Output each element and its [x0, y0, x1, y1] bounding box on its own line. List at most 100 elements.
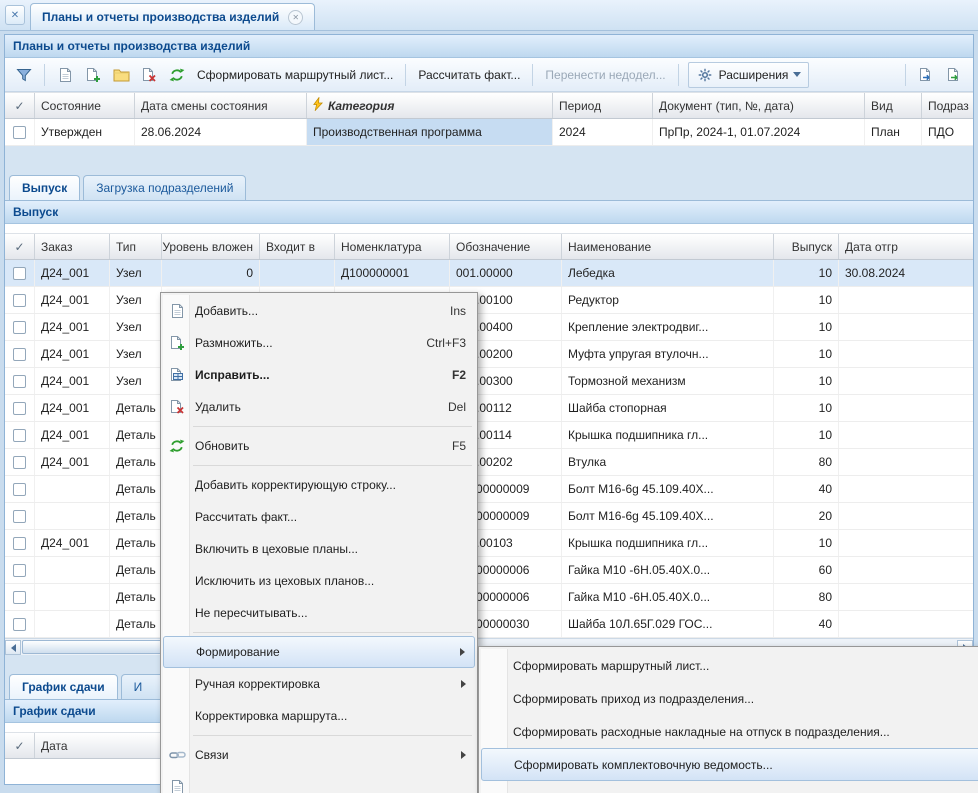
column-header-designation[interactable]: Обозначение [450, 234, 562, 259]
output-table-row[interactable]: Деталь00000000030Шайба 10Л.65Г.029 ГОС..… [5, 611, 973, 638]
row-checkbox[interactable] [13, 294, 26, 307]
tab-output[interactable]: Выпуск [9, 175, 80, 200]
column-header-ship-date[interactable]: Дата отгр [839, 234, 973, 259]
output-table-row[interactable]: Д24_001Узел001.00100Редуктор10 [5, 287, 973, 314]
move-backlog-button[interactable]: Перенести недодел... [542, 64, 668, 86]
row-checkbox[interactable] [13, 564, 26, 577]
row-select-cell[interactable] [5, 476, 35, 502]
column-header-state-date[interactable]: Дата смены состояния [135, 93, 307, 118]
row-select-cell[interactable] [5, 119, 35, 145]
close-tab-group-button[interactable]: ✕ [5, 5, 25, 25]
row-select-cell[interactable] [5, 584, 35, 610]
row-select-cell[interactable] [5, 503, 35, 529]
extensions-dropdown-button[interactable]: Расширения [688, 62, 810, 88]
output-table-row[interactable]: Деталь00000000006Гайка М10 -6Н.05.40Х.0.… [5, 557, 973, 584]
tab-close-icon[interactable]: ✕ [288, 10, 303, 25]
row-select-cell[interactable] [5, 449, 35, 475]
column-header-name[interactable]: Наименование [562, 234, 774, 259]
context-menu-item[interactable]: Формирование [163, 636, 475, 668]
row-checkbox[interactable] [13, 126, 26, 139]
filter-icon[interactable] [13, 64, 35, 86]
row-select-cell[interactable] [5, 395, 35, 421]
scroll-left-button[interactable] [5, 640, 21, 655]
make-route-sheet-button[interactable]: Сформировать маршрутный лист... [194, 64, 396, 86]
row-checkbox[interactable] [13, 510, 26, 523]
row-checkbox[interactable] [13, 618, 26, 631]
output-table-row[interactable]: Д24_001Узел001.00400Крепление электродви… [5, 314, 973, 341]
column-header-date[interactable]: Дата [35, 733, 163, 758]
output-table-row[interactable]: Д24_001Узел001.00200Муфта упругая втулоч… [5, 341, 973, 368]
column-header-level[interactable]: Уровень вложен [162, 234, 260, 259]
row-checkbox[interactable] [13, 321, 26, 334]
submenu-item[interactable]: Сформировать маршрутный лист... [481, 649, 978, 682]
column-header-document[interactable]: Документ (тип, №, дата) [653, 93, 865, 118]
context-menu-item[interactable]: Не пересчитывать... [163, 597, 475, 629]
column-header-order[interactable]: Заказ [35, 234, 110, 259]
row-checkbox[interactable] [13, 537, 26, 550]
column-header-period[interactable]: Период [553, 93, 653, 118]
context-menu-item[interactable]: Исправить...F2 [163, 359, 475, 391]
clone-document-icon[interactable] [82, 64, 104, 86]
export-icon[interactable] [943, 64, 965, 86]
column-header-department[interactable]: Подраз [922, 93, 973, 118]
submenu-item[interactable]: Сформировать расходные накладные на отпу… [481, 715, 978, 748]
context-menu-item[interactable]: Включить в цеховые планы... [163, 533, 475, 565]
context-menu-item[interactable]: Добавить...Ins [163, 295, 475, 327]
row-select-cell[interactable] [5, 368, 35, 394]
output-table-row[interactable]: Д24_001Деталь001.00112Шайба стопорная10 [5, 395, 973, 422]
tab-load-departments[interactable]: Загрузка подразделений [83, 175, 246, 200]
context-menu-item[interactable]: Добавить корректирующую строку... [163, 469, 475, 501]
submenu-item[interactable]: Сформировать комплектовочную ведомость..… [481, 748, 978, 781]
output-table-row[interactable]: Деталь00000000009Болт М16-6g 45.109.40Х.… [5, 503, 973, 530]
output-table-row[interactable]: Д24_001Деталь001.00114Крышка подшипника … [5, 422, 973, 449]
column-header-nomenclature[interactable]: Номенклатура [335, 234, 450, 259]
row-select-cell[interactable] [5, 287, 35, 313]
column-header-parent[interactable]: Входит в [260, 234, 335, 259]
row-select-cell[interactable] [5, 341, 35, 367]
tab-delivery-schedule[interactable]: График сдачи [9, 674, 118, 699]
output-table-row[interactable]: Деталь00000000009Болт М16-6g 45.109.40Х.… [5, 476, 973, 503]
calc-fact-button[interactable]: Рассчитать факт... [415, 64, 523, 86]
row-checkbox[interactable] [13, 348, 26, 361]
row-checkbox[interactable] [13, 591, 26, 604]
context-menu-item[interactable]: ОбновитьF5 [163, 430, 475, 462]
submenu-item[interactable]: Сформировать приход из подразделения... [481, 682, 978, 715]
row-checkbox[interactable] [13, 456, 26, 469]
context-menu-item[interactable]: Связи [163, 739, 475, 771]
column-header-type[interactable]: Тип [110, 234, 162, 259]
output-table-row[interactable]: Д24_001Деталь001.00103Крышка подшипника … [5, 530, 973, 557]
context-menu-item[interactable]: Исключить из цеховых планов... [163, 565, 475, 597]
tab-plans-and-reports[interactable]: Планы и отчеты производства изделий ✕ [30, 3, 315, 30]
row-select-cell[interactable] [5, 260, 35, 286]
select-all-column-header[interactable]: ✓ [5, 93, 35, 118]
row-select-cell[interactable] [5, 530, 35, 556]
add-document-icon[interactable] [54, 64, 76, 86]
output-table-row[interactable]: Деталь00000000006Гайка М10 -6Н.05.40Х.0.… [5, 584, 973, 611]
row-checkbox[interactable] [13, 429, 26, 442]
report-icon[interactable] [915, 64, 937, 86]
row-checkbox[interactable] [13, 267, 26, 280]
context-menu-item[interactable]: Размножить...Ctrl+F3 [163, 327, 475, 359]
output-table-row[interactable]: Д24_001Деталь001.00202Втулка80 [5, 449, 973, 476]
column-header-output[interactable]: Выпуск [774, 234, 839, 259]
output-table-row[interactable]: Д24_001Узел0Д100000001001.00000Лебедка10… [5, 260, 973, 287]
submenu-item[interactable] [481, 781, 978, 793]
row-checkbox[interactable] [13, 375, 26, 388]
output-table-row[interactable]: Д24_001Узел001.00300Тормозной механизм10 [5, 368, 973, 395]
context-menu-item[interactable] [163, 771, 475, 793]
context-menu-item[interactable]: Ручная корректировка [163, 668, 475, 700]
open-folder-icon[interactable] [110, 64, 132, 86]
row-checkbox[interactable] [13, 483, 26, 496]
row-checkbox[interactable] [13, 402, 26, 415]
context-menu-item[interactable]: Рассчитать факт... [163, 501, 475, 533]
scrollbar-thumb[interactable] [22, 640, 172, 654]
row-select-cell[interactable] [5, 557, 35, 583]
select-all-column-header[interactable]: ✓ [5, 733, 35, 758]
select-all-column-header[interactable]: ✓ [5, 234, 35, 259]
row-select-cell[interactable] [5, 314, 35, 340]
row-select-cell[interactable] [5, 422, 35, 448]
docs-table-row[interactable]: Утвержден28.06.2024Производственная прог… [5, 119, 973, 146]
row-select-cell[interactable] [5, 611, 35, 637]
refresh-icon[interactable] [166, 64, 188, 86]
context-menu-item[interactable]: Корректировка маршрута... [163, 700, 475, 732]
